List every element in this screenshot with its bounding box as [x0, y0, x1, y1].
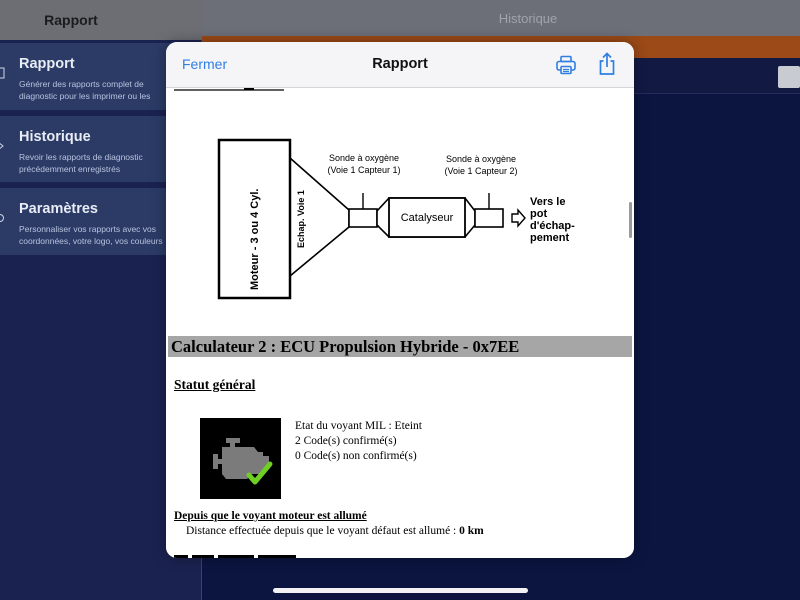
ecu-section-header: Calculateur 2 : ECU Propulsion Hybride -…	[168, 336, 632, 357]
clipped-text-fragment	[174, 88, 284, 91]
mil-status: Etat du voyant MIL : Eteint	[295, 420, 423, 432]
confirmed-codes: 2 Code(s) confirmé(s)	[295, 435, 397, 447]
engine-label: Moteur - 3 ou 4 Cyl.	[249, 189, 261, 290]
catalyst-label: Catalyseur	[401, 212, 454, 224]
sidebar-item-label: Rapport	[19, 56, 75, 72]
report-document[interactable]: Moteur - 3 ou 4 Cyl. Echap. Voie 1 Sonde…	[166, 88, 634, 558]
sidebar-item-label: Paramètres	[19, 201, 98, 217]
exhaust-diagram: Moteur - 3 ou 4 Cyl. Echap. Voie 1 Sonde…	[217, 138, 575, 300]
detail-title: Historique	[498, 10, 558, 26]
status-heading: Statut général	[174, 377, 256, 392]
scrollbar[interactable]	[629, 202, 632, 238]
sensor2-label-line1: Sonde à oxygène	[446, 154, 516, 164]
engine-check-icon	[200, 418, 281, 499]
distance-line: Distance effectuée depuis que le voyant …	[186, 525, 484, 537]
sidebar-item-description: Personnaliser vos rapports avec vos coor…	[19, 224, 163, 246]
history-icon	[0, 142, 4, 150]
share-icon[interactable]	[597, 52, 617, 76]
unconfirmed-codes: 0 Code(s) non confirmé(s)	[295, 450, 417, 462]
sensor1-pipe	[348, 208, 378, 228]
exhaust-label-line2: pot	[530, 208, 547, 220]
sensor2-pipe	[474, 208, 504, 228]
sidebar-item-label: Historique	[19, 129, 91, 145]
sidebar-item-description: Revoir les rapports de diagnostic précéd…	[19, 152, 143, 174]
ecu-title: Calculateur 2 : ECU Propulsion Hybride -…	[171, 337, 520, 356]
toolbar-button[interactable]	[778, 66, 800, 88]
settings-icon	[0, 214, 4, 222]
sensor2-label-line2: (Voie 1 Capteur 2)	[444, 166, 517, 176]
home-indicator[interactable]	[273, 588, 528, 593]
distance-label: Distance effectuée depuis que le voyant …	[186, 525, 460, 537]
distance-value: 0 km	[459, 525, 484, 537]
printer-icon[interactable]	[555, 54, 577, 76]
exhaust-label-line4: pement	[530, 232, 569, 244]
sheet-navigation-bar: Fermer Rapport	[166, 42, 634, 88]
flow-arrow-icon	[511, 208, 526, 228]
sidebar-title: Rapport	[44, 12, 98, 28]
detail-header: Historique	[202, 0, 800, 36]
manifold-label: Echap. Voie 1	[296, 190, 306, 248]
sidebar-item-description: Générer des rapports complet de diagnost…	[19, 79, 151, 101]
sensor1-label-line1: Sonde à oxygène	[329, 153, 399, 163]
since-mil-heading: Depuis que le voyant moteur est allumé	[174, 510, 367, 522]
exhaust-label-line1: Vers le	[530, 196, 565, 208]
sensor1-label-line2: (Voie 1 Capteur 1)	[327, 165, 400, 175]
document-icon	[0, 67, 5, 79]
report-sheet: Fermer Rapport Moteur - 3 ou 4 Cyl. Echa…	[166, 42, 634, 558]
exhaust-label-line3: d'échap-	[530, 220, 575, 232]
clipped-heading-fragment	[174, 555, 296, 558]
sidebar-header: Rapport	[0, 0, 202, 40]
